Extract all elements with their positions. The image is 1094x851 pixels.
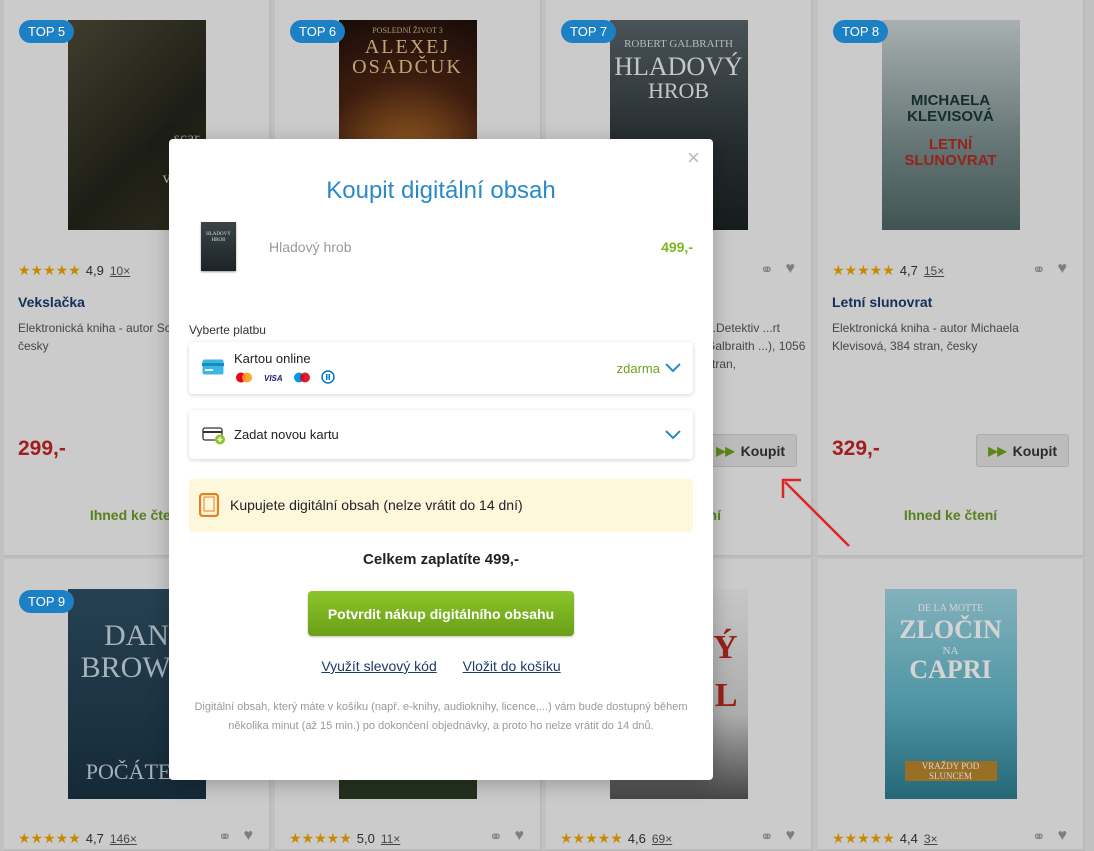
close-button[interactable]: × xyxy=(687,147,700,169)
dialog-title: Koupit digitální obsah xyxy=(326,177,556,204)
card-logos: VISA xyxy=(235,370,335,384)
tablet-icon xyxy=(199,493,219,517)
top-badge: TOP 9 xyxy=(19,590,75,613)
payment-option-label: Zadat novou kartu xyxy=(234,427,339,442)
mastercard-icon xyxy=(236,372,252,382)
payment-option-label: Kartou online xyxy=(234,351,311,366)
top-badge: TOP 8 xyxy=(833,20,889,43)
product-name: Hladový hrob xyxy=(269,239,352,255)
payment-option-new-card[interactable]: Zadat novou kartu xyxy=(189,410,693,459)
discount-code-link[interactable]: Využít slevový kód xyxy=(321,658,436,674)
total-price: Celkem zaplatíte 499,- xyxy=(363,551,519,568)
dialog-links: Využít slevový kód Vložit do košíku xyxy=(169,658,713,674)
visa-icon: VISA xyxy=(264,374,283,383)
add-to-cart-link[interactable]: Vložit do košíku xyxy=(463,658,561,674)
add-card-icon xyxy=(202,427,225,445)
top-badge: TOP 7 xyxy=(561,20,617,43)
svg-text:VISA: VISA xyxy=(264,374,283,383)
top-badge: TOP 5 xyxy=(19,20,75,43)
footnote: Digitální obsah, který máte v košíku (na… xyxy=(194,701,688,732)
credit-card-icon xyxy=(202,359,224,375)
diners-club-icon xyxy=(321,370,335,384)
payment-option-card-online[interactable]: Kartou online VISA zdarma xyxy=(189,342,693,394)
product-summary: HLADOVÝ HROB Hladový hrob 499,- xyxy=(201,222,693,272)
payment-label: Vyberte platbu xyxy=(189,323,266,337)
chevron-down-icon[interactable] xyxy=(665,363,681,373)
top-badge: TOP 6 xyxy=(290,20,346,43)
chevron-down-icon[interactable] xyxy=(665,430,681,440)
confirm-purchase-button[interactable]: Potvrdit nákup digitálního obsahu xyxy=(308,591,574,636)
maestro-icon xyxy=(294,372,310,382)
product-price: 499,- xyxy=(661,239,693,255)
annotation-arrow-icon xyxy=(781,478,850,547)
digital-content-notice: Kupujete digitální obsah (nelze vrátit d… xyxy=(189,479,693,532)
purchase-dialog: × Koupit digitální obsah HLADOVÝ HROB Hl… xyxy=(169,139,713,780)
book-thumbnail: HLADOVÝ HROB xyxy=(201,222,236,271)
payment-fee: zdarma xyxy=(616,361,660,376)
